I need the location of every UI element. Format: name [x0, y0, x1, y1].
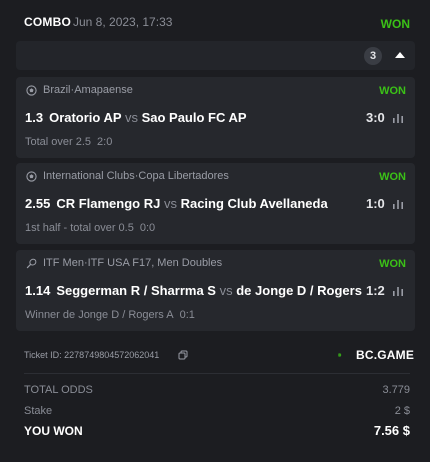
- market-line: Total over 2.5 2:0: [25, 136, 112, 148]
- selection-result: WON: [379, 258, 406, 270]
- total-odds-label: TOTAL ODDS: [24, 384, 93, 396]
- match-line: 2.55 CR Flamengo RJ vs Racing Club Avella…: [25, 196, 365, 211]
- bc-game-logo-icon: [338, 353, 342, 357]
- league-line: Brazil·Amapaense: [43, 84, 133, 96]
- selection-odds: 1.3: [25, 110, 44, 125]
- chevron-up-icon[interactable]: [394, 50, 406, 60]
- ticket-id: Ticket ID: 2278749804572062041: [24, 350, 160, 360]
- league-line: International Clubs·Copa Libertadores: [43, 170, 229, 182]
- copy-icon[interactable]: [178, 350, 188, 360]
- country-name: ITF Men: [43, 257, 84, 269]
- market-score: 0:1: [179, 309, 195, 321]
- selection-result: WON: [379, 85, 406, 97]
- stats-icon[interactable]: [392, 285, 404, 297]
- selection-odds: 1.14: [25, 283, 51, 298]
- stake-value: 2 $: [394, 405, 410, 417]
- selection-odds: 2.55: [25, 196, 51, 211]
- stats-icon[interactable]: [392, 112, 404, 124]
- summary-divider: [24, 373, 410, 374]
- stake-label: Stake: [24, 405, 53, 417]
- vs-label: vs: [124, 110, 138, 125]
- selection-card[interactable]: Brazil·Amapaense WON 1.3 Oratorio AP vs S…: [16, 77, 415, 158]
- market-name: Winner de Jonge D / Rogers A: [25, 309, 174, 321]
- you-won-value: 7.56 $: [373, 423, 410, 438]
- home-team: Oratorio AP: [49, 110, 122, 125]
- tennis-racket-icon: [26, 258, 37, 269]
- total-odds-value: 3.779: [382, 384, 410, 396]
- match-score: 3:0: [366, 110, 385, 125]
- market-score: 0:0: [139, 222, 156, 234]
- market-line: 1st half - total over 0.5 0:0: [25, 222, 155, 234]
- match-line: 1.14 Seggerman R / Sharrma S vs de Jonge …: [25, 283, 365, 298]
- bet-status: WON: [380, 17, 410, 31]
- away-team: Sao Paulo FC AP: [141, 110, 247, 125]
- selection-card[interactable]: ITF Men·ITF USA F17, Men Doubles WON 1.1…: [16, 250, 415, 331]
- market-score: 2:0: [97, 136, 113, 148]
- selection-result: WON: [379, 171, 406, 183]
- bet-header: COMBO Jun 8, 2023, 17:33 WON: [0, 0, 430, 40]
- selections-bar[interactable]: 3: [16, 41, 415, 70]
- selection-card[interactable]: International Clubs·Copa Libertadores WO…: [16, 163, 415, 244]
- match-score: 1:2: [366, 283, 385, 298]
- vs-label: vs: [163, 196, 177, 211]
- country-name: Brazil: [43, 84, 71, 96]
- away-team: Racing Club Avellaneda: [180, 196, 328, 211]
- vs-label: vs: [219, 283, 233, 298]
- soccer-ball-icon: [26, 171, 37, 182]
- selections-count-badge: 3: [364, 47, 382, 65]
- home-team: Seggerman R / Sharrma S: [56, 283, 216, 298]
- league-name: Amapaense: [74, 84, 133, 96]
- country-name: International Clubs: [43, 170, 135, 182]
- brand-name: BC.GAME: [356, 348, 415, 362]
- match-score: 1:0: [366, 196, 385, 211]
- market-line: Winner de Jonge D / Rogers A 0:1: [25, 309, 195, 321]
- match-line: 1.3 Oratorio AP vs Sao Paulo FC AP: [25, 110, 365, 125]
- bet-type: COMBO: [24, 15, 71, 29]
- bet-date: Jun 8, 2023, 17:33: [73, 15, 173, 29]
- league-line: ITF Men·ITF USA F17, Men Doubles: [43, 257, 222, 269]
- away-team: de Jonge D / Rogers A: [236, 283, 365, 298]
- soccer-ball-icon: [26, 85, 37, 96]
- market-name: Total over 2.5: [25, 136, 92, 148]
- home-team: CR Flamengo RJ: [56, 196, 161, 211]
- league-name: ITF USA F17, Men Doubles: [87, 257, 223, 269]
- stats-icon[interactable]: [392, 198, 404, 210]
- market-name: 1st half - total over 0.5: [25, 222, 134, 234]
- league-name: Copa Libertadores: [138, 170, 229, 182]
- you-won-label: YOU WON: [24, 424, 83, 438]
